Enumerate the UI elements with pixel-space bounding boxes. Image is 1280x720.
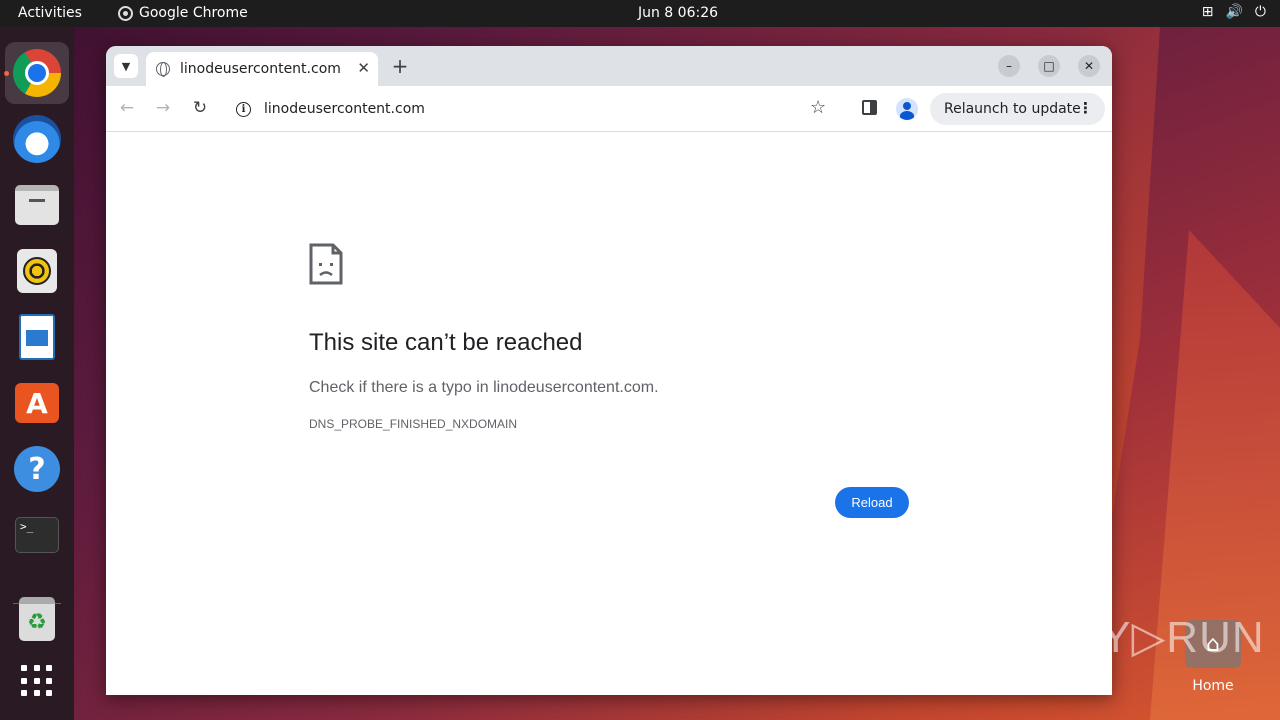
dock-chrome[interactable] <box>5 42 69 104</box>
address-bar[interactable]: i linodeusercontent.com <box>224 94 844 124</box>
more-vert-icon: ⋮ <box>1078 99 1093 117</box>
home-label: Home <box>1192 678 1234 694</box>
arrow-left-icon: ← <box>119 98 135 118</box>
forward-button[interactable]: → <box>152 98 174 118</box>
help-icon: ? <box>14 446 60 492</box>
minimize-icon: – <box>1006 59 1012 73</box>
error-title: This site can’t be reached <box>309 329 583 356</box>
minimize-button[interactable]: – <box>998 55 1020 77</box>
clock[interactable]: Jun 8 06:26 <box>0 5 1280 21</box>
dock: A ? >_ ♻ <box>0 27 74 720</box>
refresh-icon: ↻ <box>192 98 208 118</box>
side-panel-icon[interactable] <box>862 100 877 115</box>
globe-icon <box>156 62 170 77</box>
app-store-icon: A <box>15 383 59 423</box>
arrow-right-icon: → <box>155 98 171 118</box>
chrome-window: ▼ linodeusercontent.com ✕ + – □ ✕ ← → ↻ … <box>106 46 1112 695</box>
sad-document-icon <box>309 243 343 285</box>
maximize-button[interactable]: □ <box>1038 55 1060 77</box>
address-text: linodeusercontent.com <box>264 101 425 117</box>
chrome-icon <box>13 49 61 97</box>
dock-terminal[interactable]: >_ <box>5 504 69 566</box>
tab-active[interactable]: linodeusercontent.com ✕ <box>146 52 378 86</box>
show-apps-icon <box>21 665 53 697</box>
maximize-icon: □ <box>1043 59 1055 73</box>
dock-thunderbird[interactable] <box>5 108 69 170</box>
power-icon: ⏻ <box>1254 4 1266 20</box>
relaunch-button[interactable]: Relaunch to update ⋮ <box>930 93 1105 125</box>
dock-files[interactable] <box>5 174 69 236</box>
chevron-down-icon: ▼ <box>121 59 131 73</box>
top-bar: Activities Google Chrome Jun 8 06:26 ⊞ 🔊… <box>0 0 1280 27</box>
close-icon[interactable]: ✕ <box>357 59 370 77</box>
dock-writer[interactable] <box>5 306 69 368</box>
rhythmbox-icon <box>17 249 57 293</box>
system-tray[interactable]: ⊞ 🔊 ⏻ <box>1202 4 1266 20</box>
writer-icon <box>19 314 55 360</box>
relaunch-label: Relaunch to update <box>944 101 1081 117</box>
terminal-icon: >_ <box>15 517 59 553</box>
error-code: DNS_PROBE_FINISHED_NXDOMAIN <box>309 417 518 431</box>
tab-title: linodeusercontent.com <box>180 61 341 77</box>
reload-toolbar-button[interactable]: ↻ <box>189 98 211 118</box>
dock-trash[interactable]: ♻ <box>5 588 69 650</box>
dock-help[interactable]: ? <box>5 438 69 500</box>
close-icon: ✕ <box>1083 59 1095 73</box>
close-window-button[interactable]: ✕ <box>1078 55 1100 77</box>
tab-search-button[interactable]: ▼ <box>114 54 138 78</box>
back-button[interactable]: ← <box>116 98 138 118</box>
trash-icon: ♻ <box>19 597 55 641</box>
tab-strip: ▼ linodeusercontent.com ✕ + – □ ✕ <box>106 46 1112 86</box>
dock-rhythmbox[interactable] <box>5 240 69 302</box>
info-icon[interactable]: i <box>236 101 251 117</box>
thunderbird-icon <box>13 115 61 163</box>
bookmark-star-icon[interactable]: ☆ <box>810 97 826 118</box>
profile-avatar[interactable] <box>896 98 918 120</box>
error-description: Check if there is a typo in linodeuserco… <box>309 379 659 396</box>
new-tab-button[interactable]: + <box>388 54 412 78</box>
volume-icon: 🔊 <box>1225 4 1243 20</box>
reload-button[interactable]: Reload <box>835 487 909 518</box>
files-icon <box>15 185 59 225</box>
toolbar: ← → ↻ i linodeusercontent.com ☆ Relaunch… <box>106 86 1112 132</box>
network-icon: ⊞ <box>1201 4 1214 20</box>
dock-app-store[interactable]: A <box>5 372 69 434</box>
error-page: This site can’t be reached Check if ther… <box>106 133 1112 695</box>
show-apps-button[interactable] <box>5 650 69 712</box>
watermark: ANY▷RUN <box>1038 613 1265 662</box>
